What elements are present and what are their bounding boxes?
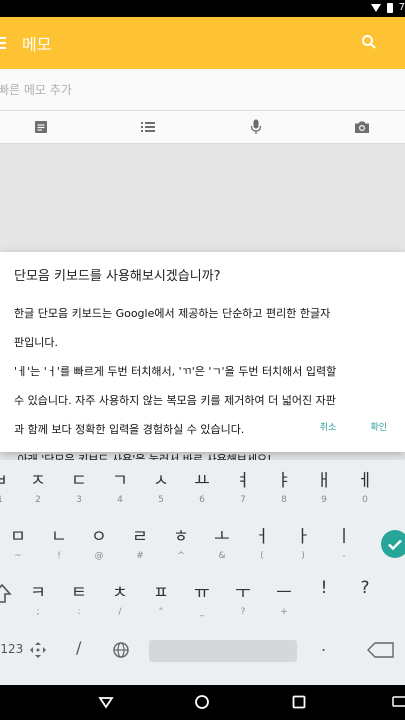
key[interactable]: ㅗ & bbox=[206, 516, 238, 566]
language-key[interactable] bbox=[111, 640, 131, 664]
key[interactable]: ㅋ; bbox=[22, 572, 54, 622]
backspace-icon bbox=[367, 642, 394, 658]
confirm-button[interactable]: 확인 bbox=[370, 420, 387, 433]
keyboard-row-1: ㅂ1 ㅈ2 ㄷ3 ㄱ4 ㅅ5 ㅛ6 ㅕ7 ㅑ8 ㅐ9 ㅔ0 bbox=[0, 460, 405, 513]
slash-key[interactable]: / bbox=[76, 638, 81, 657]
app-bar: 메모 bbox=[0, 17, 405, 69]
recents-icon[interactable] bbox=[289, 692, 309, 712]
microphone-icon[interactable] bbox=[246, 117, 266, 137]
key[interactable]: ㅠ _ bbox=[186, 572, 218, 622]
keyboard-switch-icon[interactable] bbox=[392, 692, 405, 712]
key[interactable]: ㄹ # bbox=[124, 516, 156, 566]
clock: 7 bbox=[398, 2, 405, 13]
key[interactable]: ㄷ3 bbox=[63, 460, 95, 510]
keyboard-row-3: ㅋ; ㅌ: ㅊ / ㅍ " ㅠ _ ㅜ? ㅡ + ! ? bbox=[0, 572, 405, 625]
key[interactable]: ㅡ + bbox=[268, 572, 300, 622]
note-type-toolbar bbox=[0, 111, 405, 144]
key[interactable]: ㅐ9 bbox=[308, 460, 340, 510]
keyboard-row-2: ㅁ ~ ㄴ! ㅇ @ ㄹ # ㅎ ^ ㅗ & ㅓ( ㅏ) ㅣ- bbox=[0, 516, 405, 569]
cancel-button[interactable]: 취소 bbox=[320, 420, 337, 433]
dialog-message-line: 한글 단모음 키보드는 Google에서 제공하는 단순하고 편리한 한글자 bbox=[14, 306, 331, 320]
battery-icon bbox=[386, 2, 393, 13]
keyboard-suggestion-dialog: 단모음 키보드를 사용해보시겠습니까? 한글 단모음 키보드는 Google에서… bbox=[0, 252, 405, 466]
status-bar: 7 bbox=[0, 0, 405, 17]
quick-note-input[interactable] bbox=[0, 79, 378, 101]
camera-icon[interactable] bbox=[352, 117, 372, 137]
key[interactable]: ㅜ? bbox=[227, 572, 259, 622]
note-icon[interactable] bbox=[31, 117, 51, 137]
navigation-bar bbox=[0, 685, 405, 720]
dialog-message-line: 'ㅔ'는 'ㅓ'를 빠르게 두번 터치해서, 'ㄲ'은 'ㄱ'을 두번 터치해서… bbox=[14, 364, 337, 378]
space-key[interactable] bbox=[149, 640, 297, 662]
backspace-key[interactable] bbox=[366, 640, 396, 664]
dialog-message: 한글 단모음 키보드는 Google에서 제공하는 단순하고 편리한 한글자 판… bbox=[0, 287, 405, 466]
cursor-move-icon bbox=[30, 642, 46, 658]
home-icon[interactable] bbox=[192, 692, 212, 712]
dialog-message-line: 판입니다. bbox=[14, 335, 58, 349]
key[interactable]: ㅈ2 bbox=[22, 460, 54, 510]
period-key[interactable]: . bbox=[321, 636, 326, 655]
key[interactable]: ㅏ) bbox=[287, 516, 319, 566]
shift-icon bbox=[0, 583, 12, 603]
app-title: 메모 bbox=[22, 35, 52, 54]
shift-key[interactable] bbox=[0, 572, 18, 622]
key[interactable]: ㅂ1 bbox=[0, 460, 16, 510]
key[interactable]: ㅅ5 bbox=[145, 460, 177, 510]
search-icon[interactable] bbox=[361, 34, 377, 50]
key[interactable]: ? bbox=[349, 572, 381, 622]
menu-icon[interactable] bbox=[0, 37, 6, 49]
key[interactable]: ㅣ- bbox=[328, 516, 360, 566]
key[interactable]: ㅁ ~ bbox=[2, 516, 34, 566]
key[interactable]: ㄴ! bbox=[43, 516, 75, 566]
dialog-actions: 취소 확인 bbox=[320, 420, 387, 433]
globe-icon bbox=[113, 642, 129, 658]
soft-keyboard: ㅂ1 ㅈ2 ㄷ3 ㄱ4 ㅅ5 ㅛ6 ㅕ7 ㅑ8 ㅐ9 ㅔ0 ㅁ~ ㄴ! ㅇ@ ㄹ… bbox=[0, 460, 405, 685]
back-icon[interactable] bbox=[96, 692, 116, 712]
symbols-key[interactable]: ?123 bbox=[0, 642, 23, 656]
dialog-message-line: 수 있습니다. 자주 사용하지 않는 복모음 키를 제거하여 더 넓어진 자판 bbox=[14, 394, 336, 408]
key[interactable]: ㅊ / bbox=[104, 572, 136, 622]
key[interactable]: ㅛ6 bbox=[186, 460, 218, 510]
wifi-icon bbox=[370, 3, 381, 12]
cursor-move-key[interactable] bbox=[28, 640, 48, 664]
key[interactable]: ㅔ0 bbox=[349, 460, 381, 510]
system-icons: 7 bbox=[370, 2, 405, 13]
quick-note-bar bbox=[0, 69, 405, 111]
key[interactable]: ㅕ7 bbox=[227, 460, 259, 510]
key[interactable]: ㅓ( bbox=[246, 516, 278, 566]
key[interactable]: ㅎ ^ bbox=[165, 516, 197, 566]
key[interactable]: ㅍ " bbox=[145, 572, 177, 622]
key[interactable]: ㅇ @ bbox=[83, 516, 115, 566]
dialog-title: 단모음 키보드를 사용해보시겠습니까? bbox=[14, 269, 221, 284]
key[interactable]: ! bbox=[308, 572, 340, 622]
key[interactable]: ㄱ4 bbox=[104, 460, 136, 510]
enter-key[interactable] bbox=[381, 530, 405, 558]
list-icon[interactable] bbox=[138, 117, 158, 137]
key[interactable]: ㅌ: bbox=[63, 572, 95, 622]
checkmark-icon bbox=[388, 539, 402, 551]
key[interactable]: ㅑ8 bbox=[268, 460, 300, 510]
